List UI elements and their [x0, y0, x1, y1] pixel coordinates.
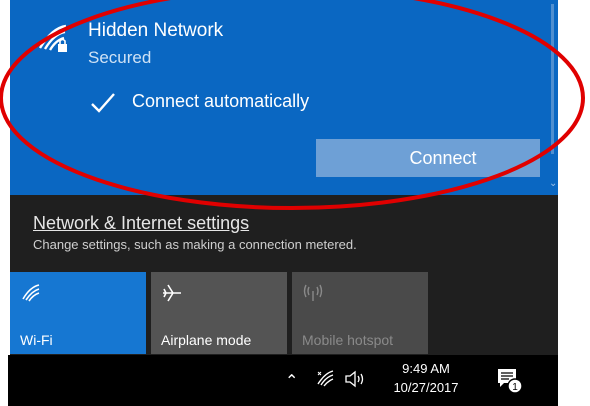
scrollbar-thumb[interactable] — [551, 4, 554, 154]
notification-count: 1 — [512, 382, 518, 393]
network-status: Secured — [88, 48, 152, 67]
action-center-icon[interactable]: 1 — [494, 365, 524, 395]
scroll-down-icon[interactable]: ⌄ — [549, 178, 557, 189]
selected-network-card[interactable]: Hidden Network Secured Connect automatic… — [10, 0, 558, 195]
quick-action-wifi[interactable]: Wi-Fi — [10, 272, 146, 354]
quick-action-label: Airplane mode — [161, 332, 252, 348]
network-flyout: Hidden Network Secured Connect automatic… — [10, 0, 558, 355]
wifi-secured-icon — [38, 24, 67, 52]
quick-action-mobile-hotspot: Mobile hotspot — [292, 272, 428, 354]
quick-action-airplane-mode[interactable]: Airplane mode — [151, 272, 287, 354]
connect-button[interactable]: Connect — [316, 139, 540, 177]
network-name: Hidden Network — [88, 20, 224, 41]
hotspot-icon — [303, 284, 323, 301]
wifi-icon — [22, 284, 40, 302]
connect-automatically-checkbox[interactable] — [88, 88, 118, 118]
left-edge — [0, 0, 8, 406]
taskbar: ⌃ 9:49 AM 10/27/2017 1 — [8, 355, 568, 406]
right-edge — [558, 0, 590, 406]
clock-time[interactable]: 9:49 AM — [386, 361, 466, 376]
connect-automatically-label[interactable]: Connect automatically — [132, 91, 309, 112]
airplane-icon — [163, 284, 181, 302]
taskbar-wifi-icon[interactable] — [316, 369, 336, 389]
quick-action-label: Mobile hotspot — [302, 332, 394, 348]
network-internet-settings-link[interactable]: Network & Internet settings — [33, 213, 249, 234]
network-settings-description: Change settings, such as making a connec… — [33, 237, 357, 252]
show-hidden-icons-chevron-icon[interactable]: ⌃ — [285, 371, 298, 391]
clock-date[interactable]: 10/27/2017 — [382, 380, 470, 395]
network-list-scrollbar[interactable]: ⌄ — [548, 0, 558, 195]
volume-icon[interactable] — [344, 369, 366, 389]
screenshot-frame: Hidden Network Secured Connect automatic… — [0, 0, 590, 406]
quick-action-label: Wi-Fi — [20, 332, 53, 348]
